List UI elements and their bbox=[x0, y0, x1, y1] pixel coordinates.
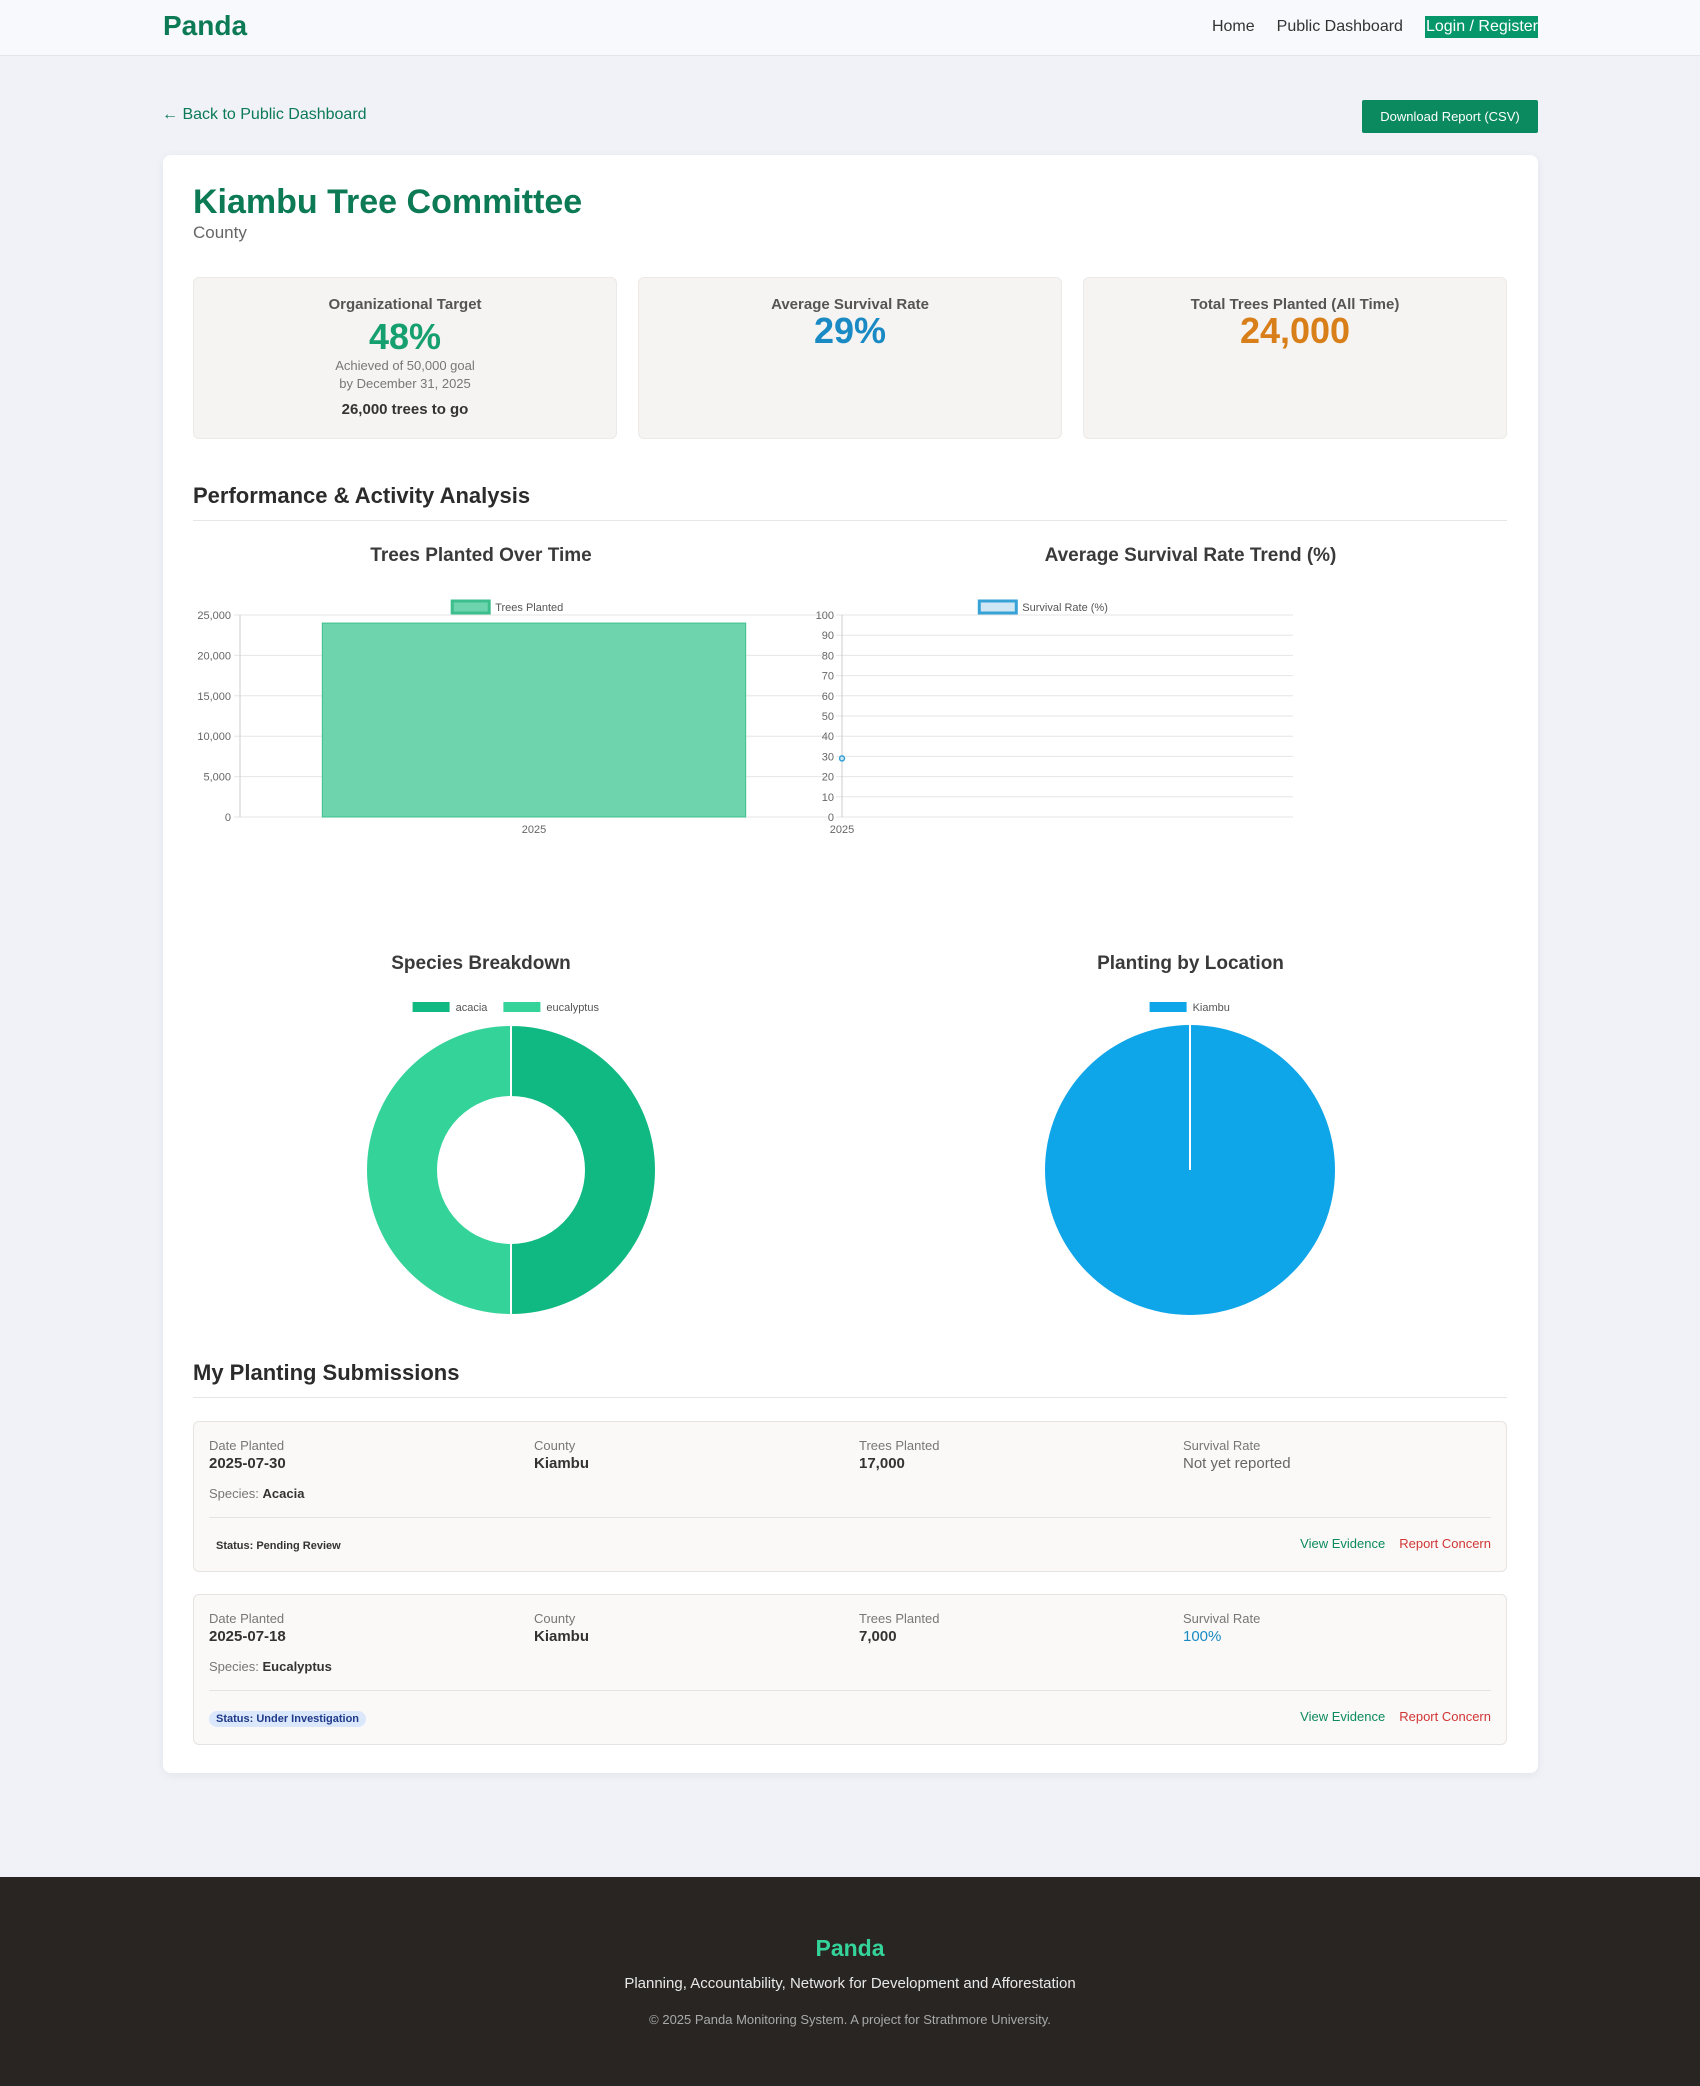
report-concern-link[interactable]: Report Concern bbox=[1399, 1709, 1491, 1724]
field-trees: Trees Planted 17,000 bbox=[859, 1438, 939, 1472]
footer-brand: Panda bbox=[815, 1935, 885, 1961]
view-evidence-link[interactable]: View Evidence bbox=[1300, 1709, 1385, 1724]
report-concern-link[interactable]: Report Concern bbox=[1399, 1536, 1491, 1551]
y-tick-label: 25,000 bbox=[197, 610, 231, 622]
top-navbar: Panda Home Public Dashboard Login / Regi… bbox=[0, 0, 1700, 56]
field-label: Trees Planted bbox=[859, 1438, 940, 1453]
status-badge: Status: Pending Review bbox=[216, 1540, 341, 1552]
field-label: Trees Planted bbox=[859, 1611, 940, 1626]
footer-copyright: © 2025 Panda Monitoring System. A projec… bbox=[649, 2012, 1051, 2027]
card-divider bbox=[209, 1690, 1491, 1691]
field-value-trees: 7,000 bbox=[859, 1628, 897, 1645]
species-value: Eucalyptus bbox=[262, 1659, 332, 1674]
y-tick-label: 10,000 bbox=[197, 731, 231, 743]
field-label: Survival Rate bbox=[1183, 1438, 1261, 1453]
nav-links: Home Public Dashboard Login / Register bbox=[1212, 16, 1538, 38]
nav-public-dashboard-link[interactable]: Public Dashboard bbox=[1277, 18, 1403, 36]
field-date: Date Planted 2025-07-18 bbox=[209, 1611, 286, 1645]
legend-label: Trees Planted bbox=[495, 602, 563, 614]
field-label: Survival Rate bbox=[1183, 1611, 1261, 1626]
species-label: Species: bbox=[209, 1659, 259, 1674]
field-county: County Kiambu bbox=[534, 1611, 589, 1645]
field-label: County bbox=[534, 1611, 576, 1626]
section-title-submissions: My Planting Submissions bbox=[193, 1360, 460, 1385]
submission-actions: View Evidence Report Concern bbox=[1300, 1709, 1491, 1724]
species-line: Species: Acacia bbox=[209, 1486, 304, 1501]
field-value-county: Kiambu bbox=[534, 1628, 590, 1645]
field-label: County bbox=[534, 1438, 576, 1453]
field-value-date: 2025-07-30 bbox=[209, 1455, 286, 1472]
back-to-dashboard-link[interactable]: ← Back to Public Dashboard bbox=[162, 106, 367, 124]
y-tick-label: 5,000 bbox=[203, 772, 231, 784]
nav-home-link[interactable]: Home bbox=[1212, 18, 1255, 36]
species-label: Species: bbox=[209, 1486, 259, 1501]
field-trees: Trees Planted 7,000 bbox=[859, 1611, 939, 1645]
submission-card: Date Planted 2025-07-18 County Kiambu Tr… bbox=[193, 1594, 1507, 1745]
field-date: Date Planted 2025-07-30 bbox=[209, 1438, 286, 1472]
section-divider bbox=[193, 1397, 1507, 1398]
organization-card: Kiambu Tree Committee County Organizatio… bbox=[163, 155, 1538, 1773]
download-report-button[interactable]: Download Report (CSV) bbox=[1362, 100, 1538, 133]
submission-card: Date Planted 2025-07-30 County Kiambu Tr… bbox=[193, 1421, 1507, 1572]
field-value-date: 2025-07-18 bbox=[209, 1628, 286, 1645]
card-divider bbox=[209, 1517, 1491, 1518]
field-survival: Survival Rate 100% bbox=[1183, 1611, 1260, 1645]
submission-actions: View Evidence Report Concern bbox=[1300, 1536, 1491, 1551]
field-value-survival: 100% bbox=[1183, 1628, 1222, 1645]
page-footer: Panda Planning, Accountability, Network … bbox=[0, 1877, 1700, 2086]
field-value-survival: Not yet reported bbox=[1183, 1455, 1291, 1472]
status-badge: Status: Under Investigation bbox=[209, 1711, 367, 1727]
brand-logo[interactable]: Panda bbox=[163, 10, 247, 42]
species-line: Species: Eucalyptus bbox=[209, 1659, 332, 1674]
x-tick-label: 2025 bbox=[522, 824, 546, 836]
species-value: Acacia bbox=[262, 1486, 305, 1501]
field-label: Date Planted bbox=[209, 1611, 285, 1626]
field-value-county: Kiambu bbox=[534, 1455, 590, 1472]
legend-swatch bbox=[450, 599, 491, 615]
field-value-trees: 17,000 bbox=[859, 1455, 905, 1472]
bar bbox=[321, 622, 747, 818]
field-label: Date Planted bbox=[209, 1438, 285, 1453]
login-register-button[interactable]: Login / Register bbox=[1424, 16, 1538, 38]
y-tick-label: 20,000 bbox=[197, 650, 231, 662]
field-survival: Survival Rate Not yet reported bbox=[1183, 1438, 1291, 1472]
field-county: County Kiambu bbox=[534, 1438, 589, 1472]
view-evidence-link[interactable]: View Evidence bbox=[1300, 1536, 1385, 1551]
y-tick-label: 0 bbox=[225, 812, 231, 824]
y-tick-label: 15,000 bbox=[197, 691, 231, 703]
footer-tagline: Planning, Accountability, Network for De… bbox=[624, 1975, 1076, 1992]
